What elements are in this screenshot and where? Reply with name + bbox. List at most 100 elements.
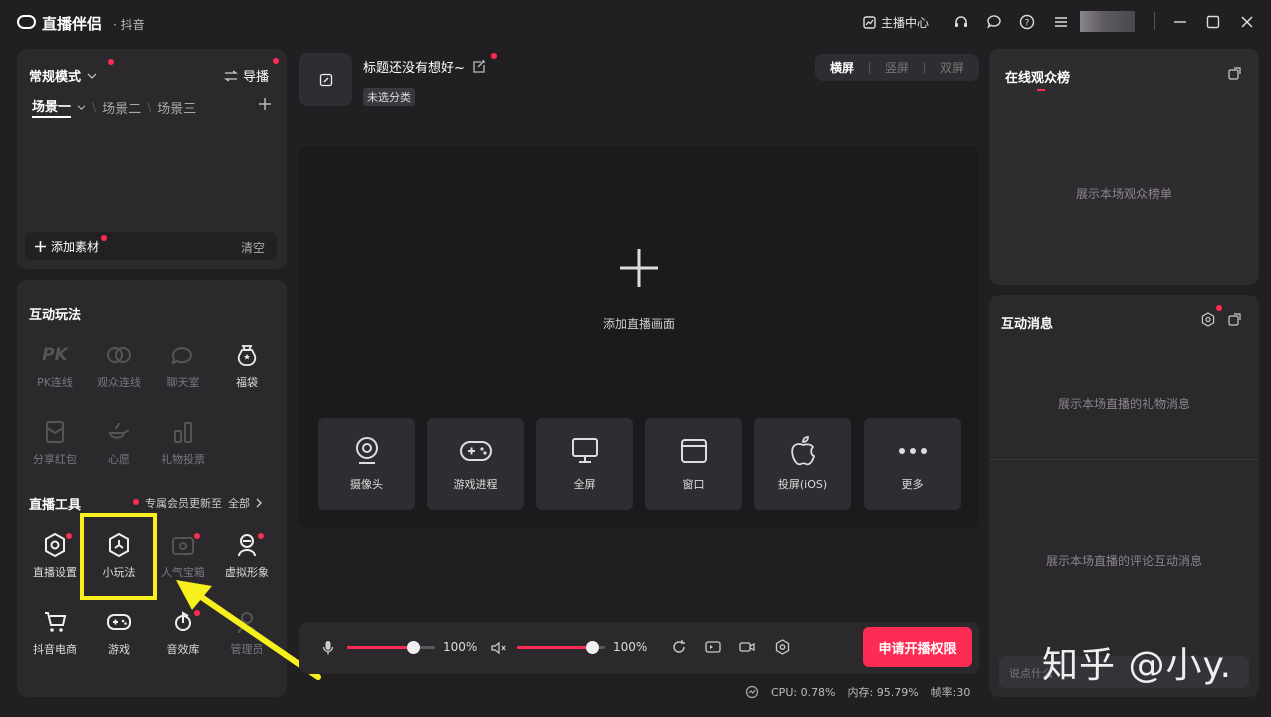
link-rings-icon xyxy=(106,345,132,365)
guide-button[interactable]: 导播 xyxy=(224,66,269,85)
chat-room-icon xyxy=(170,344,196,366)
notification-dot xyxy=(108,59,114,65)
source-window-label: 窗口 xyxy=(645,476,742,492)
popularity-box-item[interactable]: 人气宝箱 xyxy=(153,530,213,580)
settings-icon[interactable] xyxy=(1201,312,1215,327)
cover-edit-button[interactable] xyxy=(299,53,352,106)
chevron-down-icon[interactable] xyxy=(77,104,86,111)
monitor-icon xyxy=(570,437,600,465)
close-icon[interactable] xyxy=(1240,15,1254,29)
chat-bubble-icon[interactable] xyxy=(986,14,1002,30)
mode-dropdown[interactable]: 常规模式 xyxy=(29,66,97,85)
gift-vote-label: 礼物投票 xyxy=(153,451,213,467)
tab-scene-2[interactable]: 场景二 xyxy=(102,98,141,117)
shopping-cart-icon xyxy=(43,610,67,634)
svg-text:?: ? xyxy=(1025,19,1030,29)
member-update-label: 专属会员更新至 xyxy=(145,495,222,511)
performance-icon xyxy=(745,685,759,699)
lucky-bag-item[interactable]: 福袋 xyxy=(217,340,277,390)
control-bar: 100% 100% 申请开播权限 xyxy=(299,622,979,674)
share-red-packet-label: 分享红包 xyxy=(25,451,85,467)
live-title[interactable]: 标题还没有想好~ xyxy=(363,57,485,76)
notification-dot xyxy=(101,235,107,241)
source-window[interactable]: 窗口 xyxy=(645,418,742,510)
category-tag[interactable]: 未选分类 xyxy=(363,88,415,106)
source-game-process[interactable]: 游戏进程 xyxy=(427,418,524,510)
maximize-icon[interactable] xyxy=(1206,15,1220,29)
member-update-link[interactable]: 专属会员更新至 全部 xyxy=(145,495,263,511)
wish-lamp-icon xyxy=(107,421,131,443)
microphone-icon[interactable] xyxy=(322,640,334,656)
orientation-landscape[interactable]: 横屏 xyxy=(815,59,869,76)
pk-icon: PK xyxy=(42,345,68,365)
refresh-icon[interactable] xyxy=(671,639,687,655)
audience-rank-placeholder: 展示本场观众榜单 xyxy=(989,185,1259,202)
game-label: 游戏 xyxy=(89,641,149,657)
share-red-packet-item[interactable]: 分享红包 xyxy=(25,417,85,467)
mic-volume-slider[interactable] xyxy=(347,646,435,649)
chevron-down-icon xyxy=(87,72,97,80)
material-bar: 添加素材 清空 xyxy=(25,232,277,260)
orientation-portrait[interactable]: 竖屏 xyxy=(870,59,924,76)
notification-dot xyxy=(258,533,264,539)
live-settings-item[interactable]: 直播设置 xyxy=(25,530,85,580)
source-camera[interactable]: 摄像头 xyxy=(318,418,415,510)
pk-link-item[interactable]: PK PK连线 xyxy=(25,340,85,390)
source-fullscreen[interactable]: 全屏 xyxy=(536,418,633,510)
settings-icon[interactable] xyxy=(775,639,790,655)
chat-room-label: 聊天室 xyxy=(153,374,213,390)
popout-icon[interactable] xyxy=(1228,67,1241,80)
speaker-volume-slider[interactable] xyxy=(517,646,605,649)
divider xyxy=(989,459,1259,460)
gift-messages-placeholder: 展示本场直播的礼物消息 xyxy=(989,395,1259,412)
screen-record-icon[interactable] xyxy=(705,640,721,654)
highlight-box xyxy=(80,513,157,600)
memory-usage: 内存: 95.79% xyxy=(848,684,919,700)
title-bar: 直播伴侣 · 抖音 主播中心 ? xyxy=(0,0,1271,44)
tab-scene-3[interactable]: 场景三 xyxy=(157,98,196,117)
apply-live-permission-button[interactable]: 申请开播权限 xyxy=(863,627,972,667)
source-game-process-label: 游戏进程 xyxy=(427,476,524,492)
orientation-dual[interactable]: 双屏 xyxy=(925,59,979,76)
platform-name: · 抖音 xyxy=(113,16,145,33)
audience-link-item[interactable]: 观众连线 xyxy=(89,340,149,390)
source-more[interactable]: 更多 xyxy=(864,418,961,510)
headset-icon[interactable] xyxy=(953,14,969,30)
host-center-button[interactable]: 主播中心 xyxy=(863,14,929,31)
cpu-usage: CPU: 0.78% xyxy=(771,686,836,699)
swap-icon xyxy=(224,70,238,82)
settings-hexagon-icon xyxy=(43,532,67,558)
chat-room-item[interactable]: 聊天室 xyxy=(153,340,213,390)
gift-vote-item[interactable]: 礼物投票 xyxy=(153,417,213,467)
notification-dot xyxy=(273,58,279,64)
camera-icon xyxy=(353,436,381,466)
chevron-right-icon xyxy=(256,498,263,508)
audience-link-label: 观众连线 xyxy=(89,374,149,390)
source-camera-label: 摄像头 xyxy=(318,476,415,492)
mode-label: 常规模式 xyxy=(29,66,81,85)
minimize-icon[interactable] xyxy=(1173,16,1187,28)
source-ios-cast-label: 投屏(iOS) xyxy=(754,476,851,492)
help-icon[interactable]: ? xyxy=(1019,14,1035,30)
tools-title: 直播工具 xyxy=(29,494,81,513)
game-item[interactable]: 游戏 xyxy=(89,607,149,657)
add-scene-plus-icon[interactable] xyxy=(618,247,660,289)
ecommerce-item[interactable]: 抖音电商 xyxy=(25,607,85,657)
menu-icon[interactable] xyxy=(1054,15,1068,29)
popout-icon[interactable] xyxy=(1228,313,1241,326)
clear-button[interactable]: 清空 xyxy=(241,239,265,256)
video-camera-icon[interactable] xyxy=(739,640,755,654)
virtual-avatar-item[interactable]: 虚拟形象 xyxy=(217,530,277,580)
more-dots-icon xyxy=(898,447,928,455)
tab-indicator xyxy=(1037,89,1045,91)
tab-scene-1[interactable]: 场景一 xyxy=(32,96,71,118)
add-scene-icon[interactable] xyxy=(258,97,272,111)
app-name: 直播伴侣 xyxy=(42,13,102,34)
source-ios-cast[interactable]: 投屏(iOS) xyxy=(754,418,851,510)
add-live-screen-label: 添加直播画面 xyxy=(560,315,718,332)
wish-item[interactable]: 心愿 xyxy=(89,417,149,467)
speaker-icon[interactable] xyxy=(491,641,507,655)
add-material-button[interactable]: 添加素材 xyxy=(34,238,99,255)
avatar[interactable] xyxy=(1080,11,1135,32)
divider xyxy=(1154,12,1155,30)
